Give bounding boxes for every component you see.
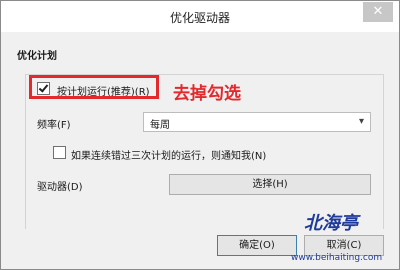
notify-checkbox[interactable] <box>53 146 66 159</box>
watermark-logo: 北海亭 <box>304 213 358 234</box>
frequency-value: 每周 <box>150 120 170 131</box>
dialog-footer: 确定(O) 取消(C) <box>1 229 399 269</box>
ok-button[interactable]: 确定(O) <box>217 235 297 256</box>
drives-label: 驱动器(D) <box>37 182 83 193</box>
choose-drives-button[interactable]: 选择(H) <box>169 174 371 195</box>
close-button[interactable]: ✕ <box>363 2 393 22</box>
dialog-title: 优化驱动器 <box>169 11 230 25</box>
highlight-annotation-box <box>29 75 159 99</box>
close-icon: ✕ <box>372 4 384 19</box>
notify-label[interactable]: 如果连续错过三次计划的运行，则通知我(N) <box>71 147 266 162</box>
chevron-down-icon: ▾ <box>358 116 364 127</box>
section-title: 优化计划 <box>17 51 57 62</box>
optimize-drives-dialog: 优化驱动器 ✕ 优化计划 按计划运行(推荐)(R) 去掉勾选 频率(F) 每周 … <box>0 0 400 270</box>
frequency-label: 频率(F) <box>37 120 71 131</box>
frequency-select[interactable]: 每周 ▾ <box>143 112 371 132</box>
watermark-url: www.beihaiting.com <box>291 253 383 263</box>
title-bar: 优化驱动器 ✕ <box>1 1 399 32</box>
annotation-text: 去掉勾选 <box>173 84 241 104</box>
